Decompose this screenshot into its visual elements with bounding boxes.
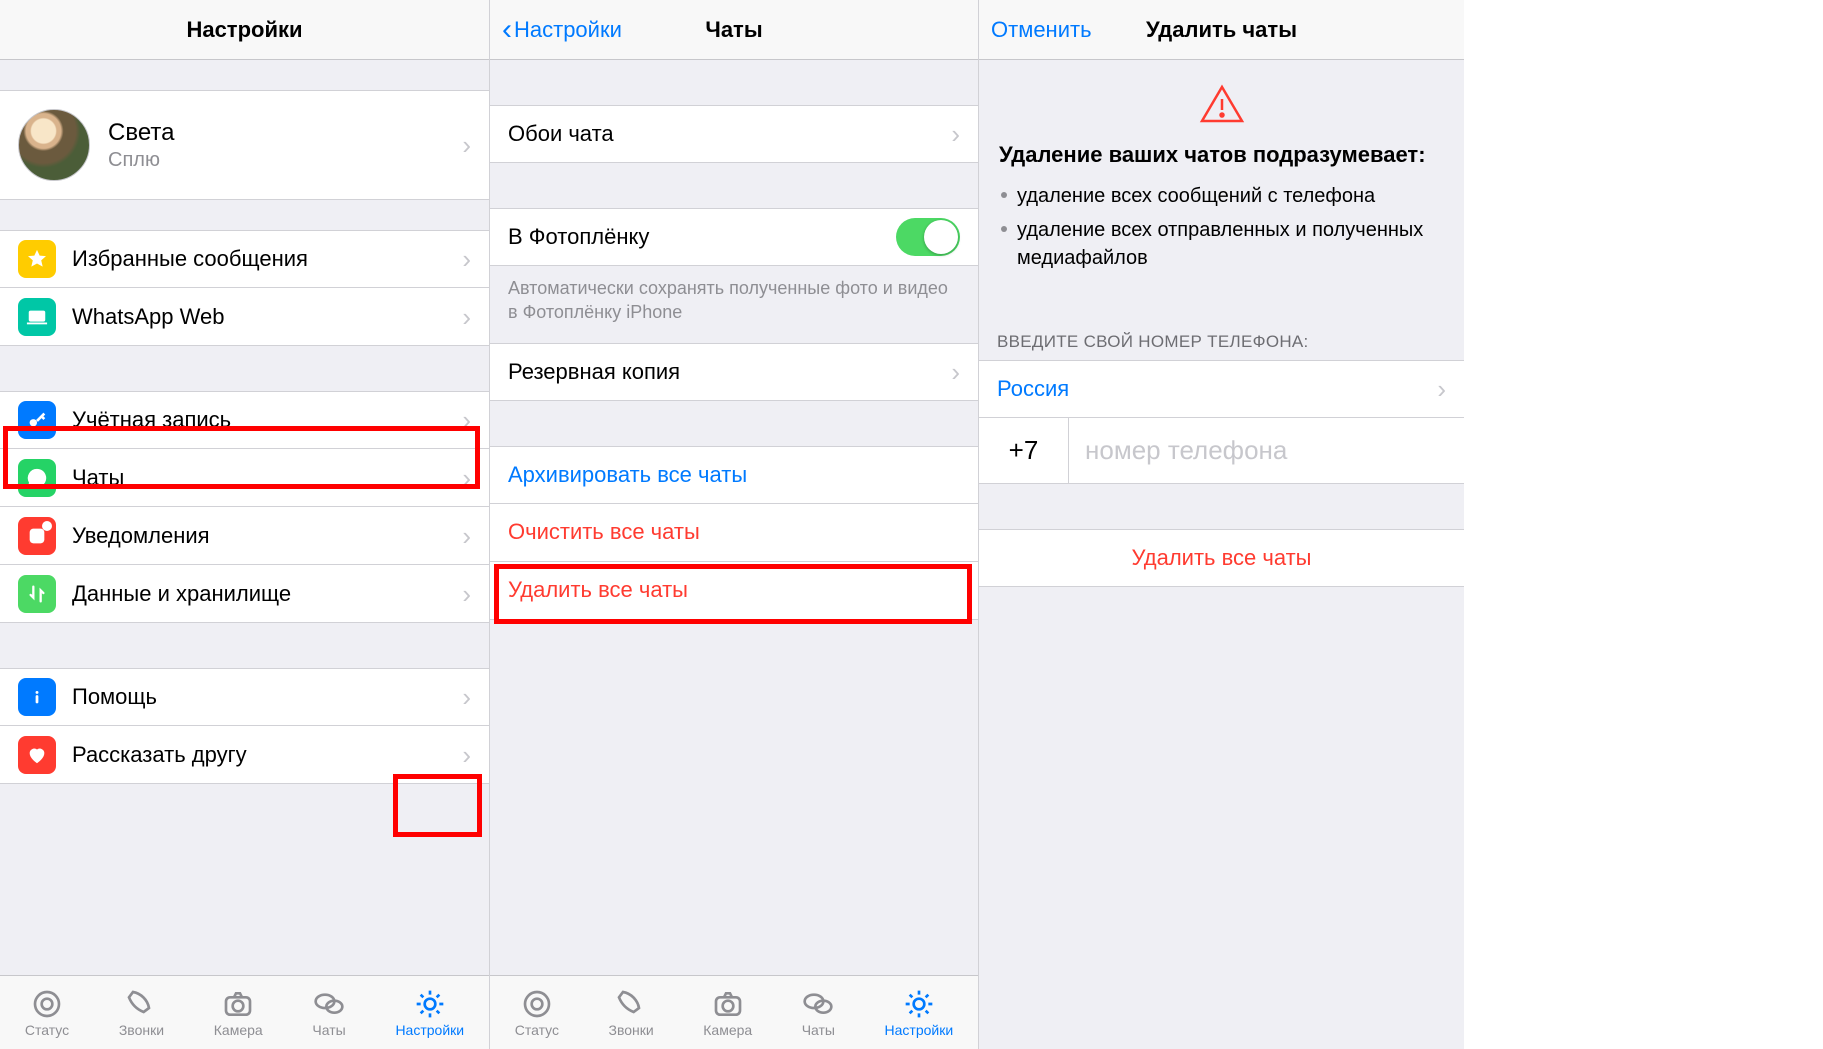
row-label: Чаты — [72, 465, 462, 491]
row-backup[interactable]: Резервная копия › — [490, 343, 978, 401]
delete-heading: Удаление ваших чатов подразумевает: — [999, 142, 1444, 168]
row-tell-friend[interactable]: Рассказать другу › — [0, 726, 489, 784]
row-label: Избранные сообщения — [72, 246, 462, 272]
profile-status: Сплю — [108, 149, 462, 172]
chevron-left-icon: ‹ — [502, 15, 512, 45]
phone-row: +7 — [979, 418, 1464, 484]
back-label: Настройки — [514, 17, 622, 43]
row-label: Резервная копия — [508, 359, 951, 385]
profile-row[interactable]: Света Сплю › — [0, 90, 489, 200]
row-label: Обои чата — [508, 121, 951, 147]
chevron-right-icon: › — [462, 684, 471, 710]
nav-title: Настройки — [186, 17, 302, 43]
section-header-phone: ВВЕДИТЕ СВОЙ НОМЕР ТЕЛЕФОНА: — [979, 302, 1464, 360]
row-data-storage[interactable]: Данные и хранилище › — [0, 565, 489, 623]
row-label: WhatsApp Web — [72, 304, 462, 330]
phone-prefix: +7 — [979, 418, 1069, 483]
phone-input[interactable] — [1069, 418, 1464, 483]
back-button[interactable]: ‹ Настройки — [502, 15, 622, 45]
toggle-camera-roll[interactable] — [896, 218, 960, 256]
camera-roll-footer: Автоматически сохранять полученные фото … — [490, 266, 978, 325]
nav-bar: Настройки — [0, 0, 489, 60]
bullet-item: удаление всех сообщений с телефона — [999, 182, 1444, 210]
chevron-right-icon: › — [462, 407, 471, 433]
chevron-right-icon: › — [462, 132, 471, 158]
tab-chats[interactable]: Чаты — [312, 988, 345, 1038]
chevron-right-icon: › — [462, 304, 471, 330]
chevron-right-icon: › — [951, 121, 960, 147]
chevron-right-icon: › — [462, 246, 471, 272]
cancel-label: Отменить — [991, 17, 1092, 43]
tab-status[interactable]: Статус — [25, 988, 69, 1038]
tab-calls[interactable]: Звонки — [609, 988, 654, 1038]
key-icon — [18, 401, 56, 439]
row-camera-roll[interactable]: В Фотоплёнку — [490, 208, 978, 266]
tab-camera[interactable]: Камера — [214, 988, 263, 1038]
row-label: Удалить все чаты — [508, 577, 960, 603]
country-label: Россия — [997, 376, 1437, 402]
laptop-icon — [18, 298, 56, 336]
row-chats[interactable]: Чаты › — [0, 449, 489, 507]
cancel-button[interactable]: Отменить — [991, 17, 1092, 43]
row-label: Уведомления — [72, 523, 462, 549]
tab-status[interactable]: Статус — [515, 988, 559, 1038]
panel-delete-chats: Отменить Удалить чаты Удаление ваших чат… — [979, 0, 1464, 1049]
row-label: Очистить все чаты — [508, 519, 960, 545]
nav-bar: ‹ Настройки Чаты — [490, 0, 978, 60]
panel-chats-settings: ‹ Настройки Чаты Обои чата › В Фотоплёнк… — [490, 0, 979, 1049]
chevron-right-icon: › — [1437, 376, 1446, 402]
warning-icon — [999, 84, 1444, 124]
chevron-right-icon: › — [462, 465, 471, 491]
star-icon — [18, 240, 56, 278]
heart-icon — [18, 736, 56, 774]
nav-title: Чаты — [705, 17, 762, 43]
row-wallpaper[interactable]: Обои чата › — [490, 105, 978, 163]
tab-settings[interactable]: Настройки — [885, 988, 954, 1038]
chevron-right-icon: › — [951, 359, 960, 385]
info-icon — [18, 678, 56, 716]
updown-icon — [18, 575, 56, 613]
row-clear-all[interactable]: Очистить все чаты — [490, 504, 978, 562]
row-label: Архивировать все чаты — [508, 462, 960, 488]
row-help[interactable]: Помощь › — [0, 668, 489, 726]
tab-bar: Статус Звонки Камера Чаты Настройки — [0, 975, 489, 1049]
nav-title: Удалить чаты — [1146, 17, 1297, 43]
panel-settings: Настройки Света Сплю › Избранные сообщен… — [0, 0, 490, 1049]
chat-icon — [18, 459, 56, 497]
tab-settings[interactable]: Настройки — [395, 988, 464, 1038]
tab-camera[interactable]: Камера — [703, 988, 752, 1038]
tab-bar: Статус Звонки Камера Чаты Настройки — [490, 975, 978, 1049]
row-whatsapp-web[interactable]: WhatsApp Web › — [0, 288, 489, 346]
chevron-right-icon: › — [462, 523, 471, 549]
row-label: Рассказать другу — [72, 742, 462, 768]
avatar — [18, 109, 90, 181]
row-account[interactable]: Учётная запись › — [0, 391, 489, 449]
row-label: Помощь — [72, 684, 462, 710]
notification-icon — [18, 517, 56, 555]
row-country[interactable]: Россия › — [979, 360, 1464, 418]
row-delete-all[interactable]: Удалить все чаты — [490, 562, 978, 620]
row-notifications[interactable]: Уведомления › — [0, 507, 489, 565]
profile-name: Света — [108, 119, 462, 147]
tab-calls[interactable]: Звонки — [119, 988, 164, 1038]
row-label: Учётная запись — [72, 407, 462, 433]
tab-chats[interactable]: Чаты — [802, 988, 835, 1038]
bullet-item: удаление всех отправленных и полученных … — [999, 216, 1444, 272]
row-label: Удалить все чаты — [997, 545, 1446, 571]
row-starred-messages[interactable]: Избранные сообщения › — [0, 230, 489, 288]
chevron-right-icon: › — [462, 742, 471, 768]
nav-bar: Отменить Удалить чаты — [979, 0, 1464, 60]
row-delete-all-action[interactable]: Удалить все чаты — [979, 529, 1464, 587]
chevron-right-icon: › — [462, 581, 471, 607]
row-label: Данные и хранилище — [72, 581, 462, 607]
row-archive-all[interactable]: Архивировать все чаты — [490, 446, 978, 504]
row-label: В Фотоплёнку — [508, 224, 896, 250]
